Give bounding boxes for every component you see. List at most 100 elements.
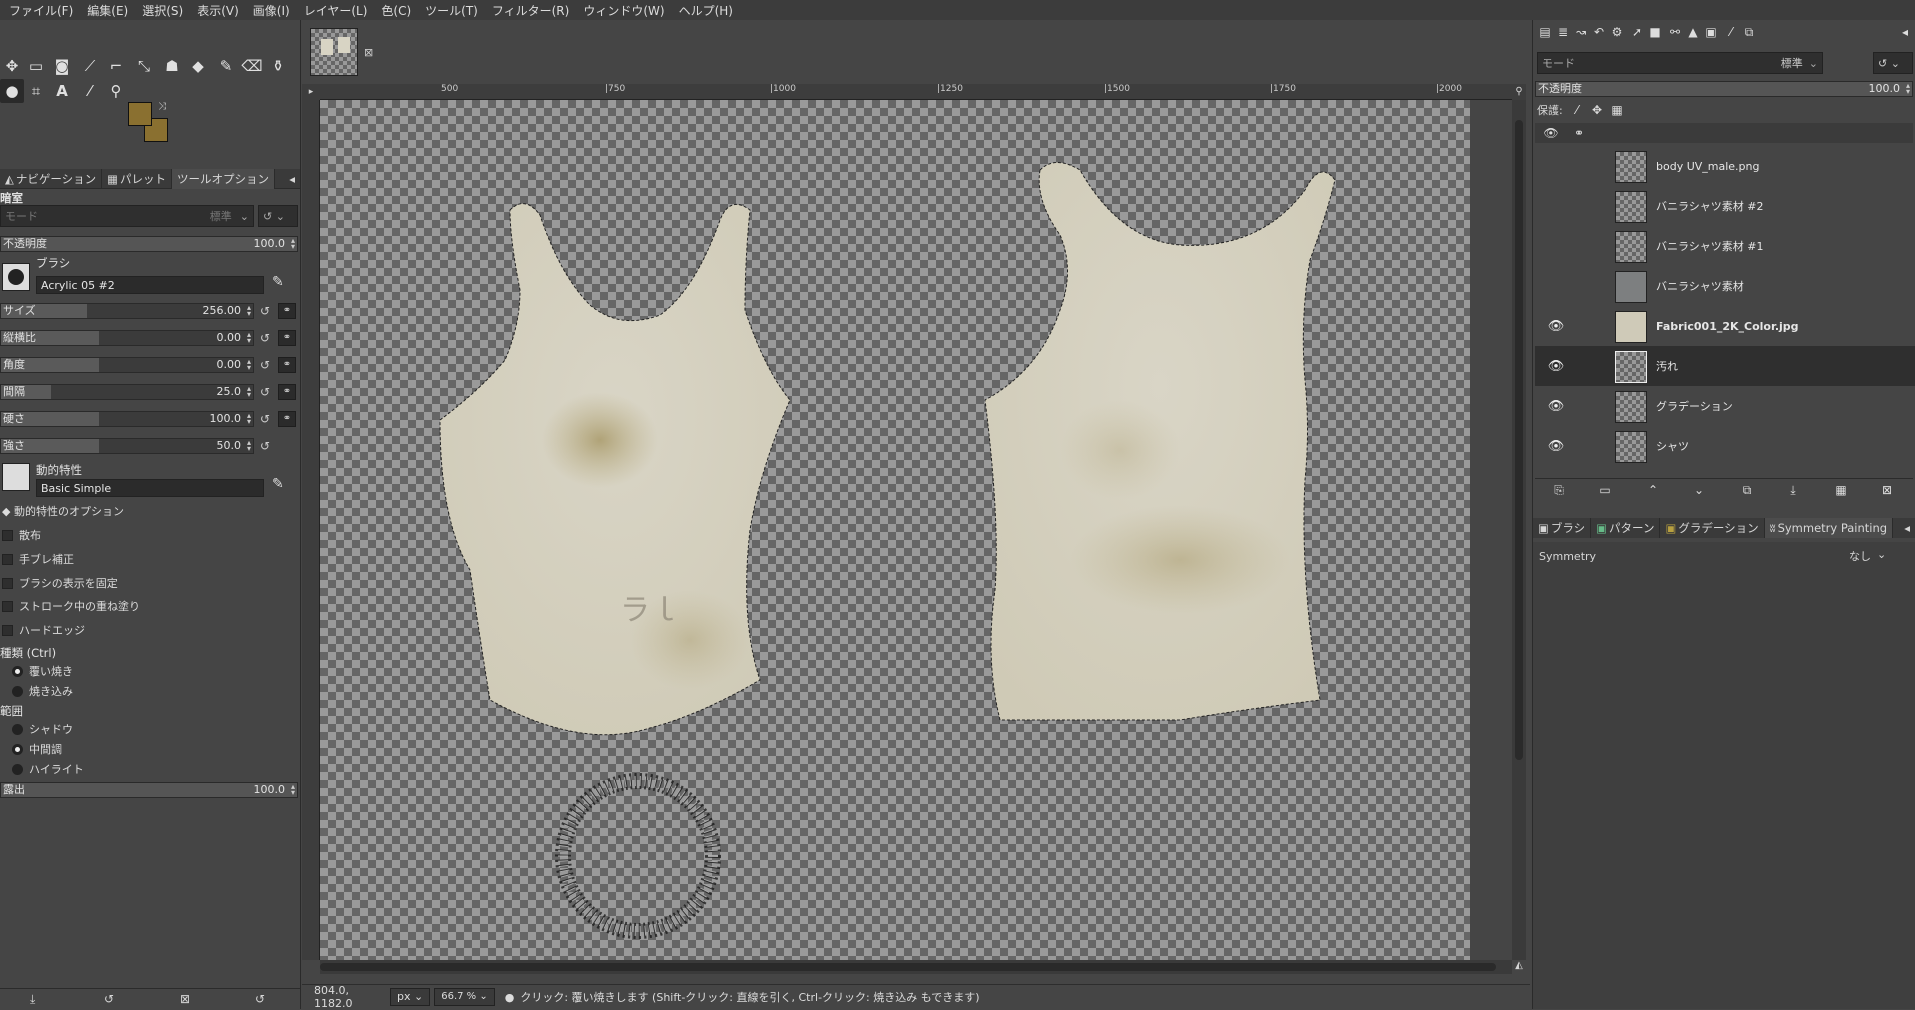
new-layer-icon[interactable]: ⎘ <box>1551 482 1567 498</box>
new-group-icon[interactable]: ▭ <box>1597 482 1613 498</box>
layers-tab-icon[interactable]: ▤ <box>1537 24 1553 40</box>
lock-position-icon[interactable]: ✥ <box>1589 102 1605 118</box>
eye-icon[interactable]: 👁 <box>1541 359 1571 374</box>
dock-menu-icon-right[interactable]: ◂ <box>1897 24 1913 40</box>
paths-tool-icon[interactable]: ⟋ <box>78 54 102 78</box>
layer-row[interactable]: 👁 グラデーション <box>1535 386 1915 426</box>
layer-opacity-slider[interactable]: 不透明度 100.0 ▴ ▾ <box>1535 81 1913 97</box>
hardness-slider[interactable]: 硬さ 100.0 ▴ ▾ <box>0 411 254 427</box>
menu-file[interactable]: ファイル(F) <box>2 2 80 19</box>
horizontal-scrollbar[interactable] <box>320 960 1512 974</box>
burn-radio[interactable]: 焼き込み <box>12 683 73 699</box>
size-slider[interactable]: サイズ 256.00 ▴ ▾ <box>0 303 254 319</box>
opacity-slider[interactable]: 不透明度 100.0 ▴ ▾ <box>0 236 298 252</box>
tab-patterns[interactable]: ▣ パターン <box>1591 518 1661 538</box>
dynamics-options-expander[interactable]: ◆ 動的特性のオプション <box>2 503 124 519</box>
zoom-tool-icon[interactable]: ⚲ <box>104 79 128 103</box>
force-slider[interactable]: 強さ 50.0 ▴ ▾ <box>0 438 254 454</box>
tab-tool-options[interactable]: ツールオプション <box>172 169 276 189</box>
spacing-link-icon[interactable]: ⚭ <box>278 384 296 400</box>
navigate-icon[interactable]: ◭ <box>1512 960 1526 974</box>
angle-slider[interactable]: 角度 0.00 ▴ ▾ <box>0 357 254 373</box>
lock-pixels-icon[interactable]: ⁄ <box>1569 102 1585 118</box>
size-reset-icon[interactable]: ↺ <box>258 303 272 319</box>
dodge-burn-tool-icon[interactable]: ● <box>0 79 24 103</box>
spacing-slider[interactable]: 間隔 25.0 ▴ ▾ <box>0 384 254 400</box>
menu-help[interactable]: ヘルプ(H) <box>672 2 740 19</box>
hardness-link-icon[interactable]: ⚭ <box>278 411 296 427</box>
zoom-select[interactable]: 66.7 % ⌄ <box>434 988 495 1006</box>
midtones-radio[interactable]: 中間調 <box>12 741 62 757</box>
fuzzy-select-tool-icon[interactable]: ◙ <box>50 54 74 78</box>
menu-tools[interactable]: ツール(T) <box>418 2 485 19</box>
raise-layer-icon[interactable]: ⌃ <box>1645 482 1661 498</box>
brush-preview[interactable] <box>2 263 30 291</box>
edit-dynamics-icon[interactable]: ✎ <box>272 476 284 492</box>
aspect-link-icon[interactable]: ⚭ <box>278 330 296 346</box>
text-tool-icon[interactable]: A <box>50 79 74 103</box>
save-options-icon[interactable]: ⤓ <box>30 992 35 1007</box>
tab-palette[interactable]: ▦ パレット <box>102 169 173 189</box>
dynamics-field[interactable]: Basic Simple <box>36 479 264 497</box>
tool-presets-tab-icon[interactable]: ⚙ <box>1609 24 1625 40</box>
eye-icon[interactable]: 👁 <box>1541 439 1571 454</box>
menu-select[interactable]: 選択(S) <box>135 2 190 19</box>
color-picker-icon[interactable]: ⁄ <box>78 79 102 103</box>
rect-select-tool-icon[interactable]: ▭ <box>24 54 48 78</box>
tab-symmetry-painting[interactable]: ʬ Symmetry Painting <box>1764 518 1894 538</box>
highlights-radio[interactable]: ハイライト <box>12 761 84 777</box>
eye-icon[interactable]: 👁 <box>1541 319 1571 334</box>
hardness-reset-icon[interactable]: ↺ <box>258 411 272 427</box>
layer-mode-select[interactable]: モード 標準 ⌄ <box>1537 52 1823 74</box>
menu-edit[interactable]: 編集(E) <box>80 2 135 19</box>
exposure-slider[interactable]: 露出 100.0 ▴ ▾ <box>0 782 298 798</box>
menu-colors[interactable]: 色(C) <box>374 2 418 19</box>
unit-select[interactable]: px ⌄ <box>390 988 431 1006</box>
layer-row[interactable]: 👁 Fabric001_2K_Color.jpg <box>1535 306 1915 346</box>
edit-brush-icon[interactable]: ✎ <box>272 274 284 290</box>
quick-mask-toggle-icon[interactable]: ▸ <box>302 84 320 100</box>
smooth-stroke-checkbox[interactable]: 手ブレ補正 <box>2 551 74 567</box>
layer-row-selected[interactable]: 👁 汚れ <box>1535 346 1915 386</box>
layer-row[interactable]: body UV_male.png <box>1535 146 1915 186</box>
lock-alpha-icon[interactable]: ▦ <box>1609 102 1625 118</box>
tab-navigation[interactable]: ◭ ナビゲーション <box>0 169 103 189</box>
delete-layer-icon[interactable]: ⊠ <box>1879 482 1895 498</box>
mode-select[interactable]: モード 標準 ⌄ <box>0 205 254 227</box>
hard-edge-checkbox[interactable]: ハードエッジ <box>2 622 85 638</box>
tab-brushes[interactable]: ▣ ブラシ <box>1533 518 1592 538</box>
layer-row[interactable]: バニラシャツ素材 #1 <box>1535 226 1915 266</box>
mode-reset-button[interactable]: ↺ ⌄ <box>258 205 298 227</box>
eraser-icon[interactable]: ⌫ <box>240 54 264 78</box>
vertical-scrollbar[interactable] <box>1512 100 1526 960</box>
brushes-tab-icon[interactable]: ⁄ <box>1723 24 1739 40</box>
layer-row[interactable]: バニラシャツ素材 <box>1535 266 1915 306</box>
image-tab-thumbnail[interactable] <box>310 28 358 76</box>
cage-transform-icon[interactable]: ⌗ <box>24 79 48 103</box>
clone-tool-icon[interactable]: ⚱ <box>266 54 290 78</box>
fonts-tab-icon[interactable]: ⚯ <box>1667 24 1683 40</box>
swap-colors-icon[interactable]: ⤨ <box>158 101 166 112</box>
lock-brush-view-checkbox[interactable]: ブラシの表示を固定 <box>2 575 118 591</box>
mask-icon[interactable]: ▦ <box>1833 482 1849 498</box>
layer-row[interactable]: バニラシャツ素材 #2 <box>1535 186 1915 226</box>
horizontal-ruler[interactable]: 500 |750 |1000 |1250 |1500 |1750 |2000 <box>320 84 1512 100</box>
foreground-color-swatch[interactable] <box>128 102 152 126</box>
menu-image[interactable]: 画像(I) <box>246 2 297 19</box>
layer-row[interactable]: 👁 シャツ <box>1535 426 1915 466</box>
move-tool-icon[interactable]: ✥ <box>0 54 24 78</box>
close-image-tab-icon[interactable]: ⊠ <box>364 46 373 59</box>
images-tab-icon[interactable]: ▣ <box>1703 24 1719 40</box>
brush-name-field[interactable]: Acrylic 05 #2 <box>36 276 264 294</box>
lower-layer-icon[interactable]: ⌄ <box>1691 482 1707 498</box>
reset-options-icon[interactable]: ↺ <box>255 992 265 1006</box>
aspect-ratio-slider[interactable]: 縦横比 0.00 ▴ ▾ <box>0 330 254 346</box>
spacing-reset-icon[interactable]: ↺ <box>258 384 272 400</box>
unified-transform-icon[interactable]: ⤡ <box>132 54 156 78</box>
menu-filters[interactable]: フィルター(R) <box>485 2 576 19</box>
dock-menu-icon-bottom[interactable]: ◂ <box>1899 518 1915 538</box>
dashboard-tab-icon[interactable]: ⧉ <box>1741 24 1757 40</box>
eye-icon[interactable]: 👁 <box>1541 399 1571 414</box>
undo-history-tab-icon[interactable]: ↶ <box>1591 24 1607 40</box>
paintbrush-icon[interactable]: ✎ <box>214 54 238 78</box>
